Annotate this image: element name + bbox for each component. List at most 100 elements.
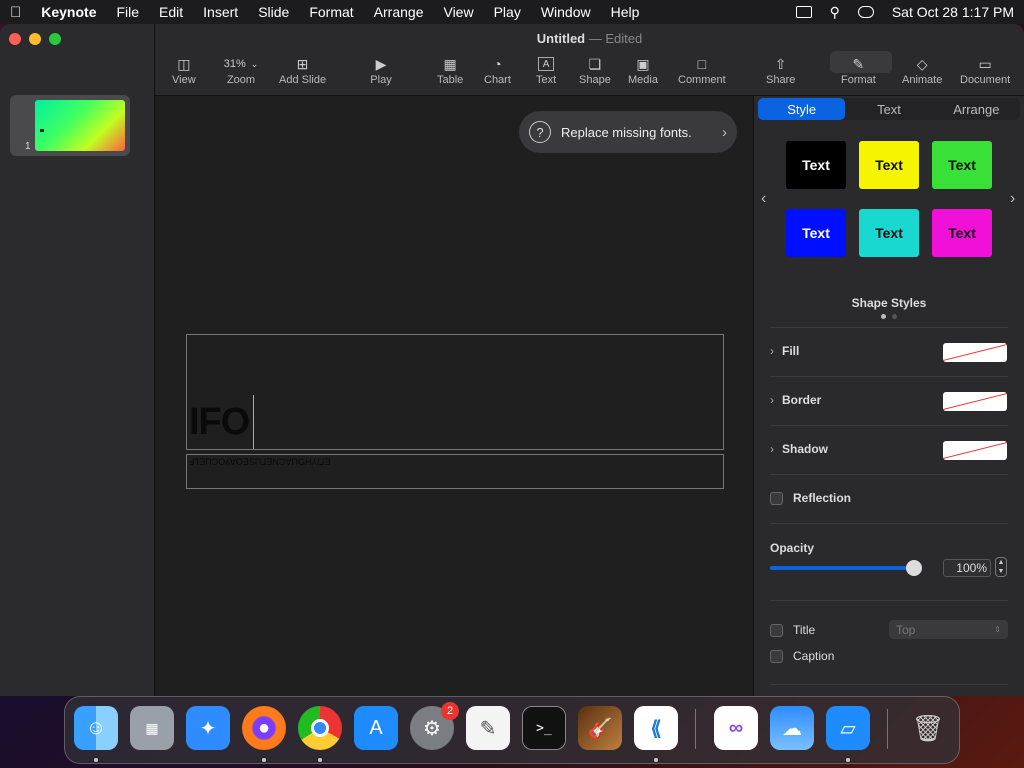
toolbar: Untitled — Edited ◫ View 31% ⌄ Zoom ⊞ Add Sl… — [155, 24, 1024, 96]
menu-bar:  Keynote File Edit Insert Slide Format … — [0, 0, 1024, 24]
dock: ☺ ▦ ✦ ● A ⚙ 2 ✎ >_ 🎸 ⟪ ∞ ☁ ▱ 🗑 — [64, 696, 960, 764]
reflection-checkbox[interactable] — [770, 491, 783, 505]
menu-app-name[interactable]: Keynote — [41, 4, 96, 20]
close-button[interactable] — [9, 33, 21, 45]
chevron-left-icon[interactable]: ‹ — [761, 190, 766, 208]
format-tabs: Style Text Arrange — [758, 98, 1020, 120]
slide-number: 1 — [25, 141, 31, 152]
finder-icon[interactable]: ☺ — [74, 706, 118, 750]
view-button[interactable]: ◫ View — [172, 54, 196, 87]
trash-icon[interactable]: 🗑 — [906, 706, 950, 750]
shape-style-yellow[interactable]: Text — [859, 141, 919, 189]
menu-play[interactable]: Play — [494, 4, 521, 20]
menu-view[interactable]: View — [443, 4, 473, 20]
terminal-icon[interactable]: >_ — [522, 706, 566, 750]
missing-fonts-notice[interactable]: ? Replace missing fonts. › — [519, 111, 737, 153]
document-title: Untitled — Edited — [536, 31, 643, 46]
menu-insert[interactable]: Insert — [203, 4, 238, 20]
shape-style-cyan[interactable]: Text — [859, 209, 919, 257]
tab-text[interactable]: Text — [845, 98, 932, 120]
shadow-well[interactable] — [943, 441, 1007, 460]
media-button[interactable]: ▣ Media — [628, 54, 658, 87]
slide-thumbnail[interactable] — [35, 100, 125, 151]
control-center-icon[interactable] — [857, 6, 874, 18]
tab-style[interactable]: Style — [758, 98, 846, 120]
opacity-field[interactable]: 100% — [943, 559, 991, 577]
title-checkbox[interactable] — [770, 623, 783, 637]
search-icon[interactable]: ⚲ — [830, 4, 840, 21]
launchpad-icon[interactable]: ▦ — [130, 706, 174, 750]
add-slide-icon: ⊞ — [296, 55, 309, 72]
fill-well[interactable] — [943, 343, 1007, 362]
text-button[interactable]: A Text — [536, 54, 556, 86]
paintbrush-icon: ✎ — [852, 55, 865, 72]
slide-subtitle-box[interactable]: Ⅎ⅂ƎΠƆOʎ∀OƎSΠ⅃ƎNƆ∀ΠGH⅄Ι⅃Ǝ — [186, 454, 724, 489]
garageband-icon[interactable]: 🎸 — [578, 706, 622, 750]
animate-button[interactable]: ◇ Animate — [902, 54, 942, 87]
keynote-icon[interactable]: ▱ — [826, 706, 870, 750]
opacity-slider-knob[interactable] — [906, 560, 922, 576]
comment-button[interactable]: □ Comment — [678, 54, 726, 86]
chart-button[interactable]: ◔ Chart — [484, 54, 511, 86]
document-icon: ▭ — [978, 55, 992, 72]
reflection-row[interactable]: Reflection — [770, 491, 1008, 505]
menu-clock[interactable]: Sat Oct 28 1:17 PM — [892, 4, 1014, 20]
question-icon: ? — [529, 121, 551, 143]
title-position-select[interactable]: Top ⇕ — [889, 620, 1008, 639]
weather-icon[interactable]: ☁ — [770, 706, 814, 750]
view-icon: ◫ — [177, 55, 191, 72]
format-button[interactable]: ✎ Format — [841, 54, 876, 87]
vscode-icon[interactable]: ⟪ — [634, 706, 678, 750]
opacity-stepper[interactable]: ▲ ▼ — [995, 557, 1007, 577]
shape-style-blue[interactable]: Text — [786, 209, 846, 257]
shape-styles-label: Shape Styles — [851, 296, 927, 310]
menu-format[interactable]: Format — [309, 4, 353, 20]
menu-edit[interactable]: Edit — [159, 4, 183, 20]
tab-arrange[interactable]: Arrange — [933, 98, 1020, 120]
caption-checkbox[interactable] — [770, 649, 783, 663]
page-dots[interactable] — [881, 314, 897, 319]
animate-icon: ◇ — [916, 55, 928, 72]
zoom-button[interactable] — [49, 33, 61, 45]
slide-canvas[interactable]: ? Replace missing fonts. › IFO Ⅎ⅂ƎΠƆOʎ∀O… — [155, 96, 753, 696]
document-button[interactable]: ▭ Document — [960, 54, 1010, 87]
chrome-icon[interactable] — [298, 706, 342, 750]
menu-window[interactable]: Window — [541, 4, 591, 20]
reflection-label: Reflection — [793, 491, 852, 505]
border-label: Border — [782, 393, 822, 407]
menu-arrange[interactable]: Arrange — [374, 4, 424, 20]
menu-slide[interactable]: Slide — [258, 4, 289, 20]
share-button[interactable]: ⇧ Share — [766, 54, 795, 87]
opacity-slider[interactable] — [770, 560, 922, 576]
play-icon: ▶ — [375, 55, 387, 72]
border-well[interactable] — [943, 392, 1007, 411]
dock-separator — [695, 709, 696, 749]
app-store-icon[interactable]: A — [354, 706, 398, 750]
slide-subtitle-text: Ⅎ⅂ƎΠƆOʎ∀OƎSΠ⅃ƎNƆ∀ΠGH⅄Ι⅃Ǝ — [189, 457, 331, 467]
shape-button[interactable]: ❏ Shape — [579, 54, 611, 87]
shape-style-magenta[interactable]: Text — [932, 209, 992, 257]
shape-style-green[interactable]: Text — [932, 141, 992, 189]
visual-studio-icon[interactable]: ∞ — [714, 706, 758, 750]
chevron-right-icon[interactable]: › — [1010, 190, 1015, 208]
play-button[interactable]: ▶ Play — [370, 54, 392, 87]
slide-title-box[interactable]: IFO — [186, 334, 724, 450]
slide-title-text: IFO — [189, 401, 250, 443]
add-slide-button[interactable]: ⊞ Add Slide — [279, 54, 326, 87]
title-label: Title — [793, 623, 816, 637]
caption-row[interactable]: Caption — [770, 649, 1008, 663]
table-icon: ▦ — [443, 55, 457, 72]
window-switcher-icon[interactable] — [795, 6, 812, 18]
fill-label: Fill — [782, 344, 800, 358]
textedit-icon[interactable]: ✎ — [466, 706, 510, 750]
menu-file[interactable]: File — [116, 4, 139, 20]
apple-menu-icon[interactable]:  — [10, 4, 21, 21]
disclosure-icon: › — [770, 344, 774, 358]
table-button[interactable]: ▦ Table — [437, 54, 463, 87]
zoom-control[interactable]: 31% ⌄ Zoom — [218, 54, 264, 86]
shape-style-black[interactable]: Text — [786, 141, 846, 189]
safari-icon[interactable]: ✦ — [186, 706, 230, 750]
minimize-button[interactable] — [29, 33, 41, 45]
menu-help[interactable]: Help — [611, 4, 640, 20]
firefox-icon[interactable]: ● — [242, 706, 286, 750]
